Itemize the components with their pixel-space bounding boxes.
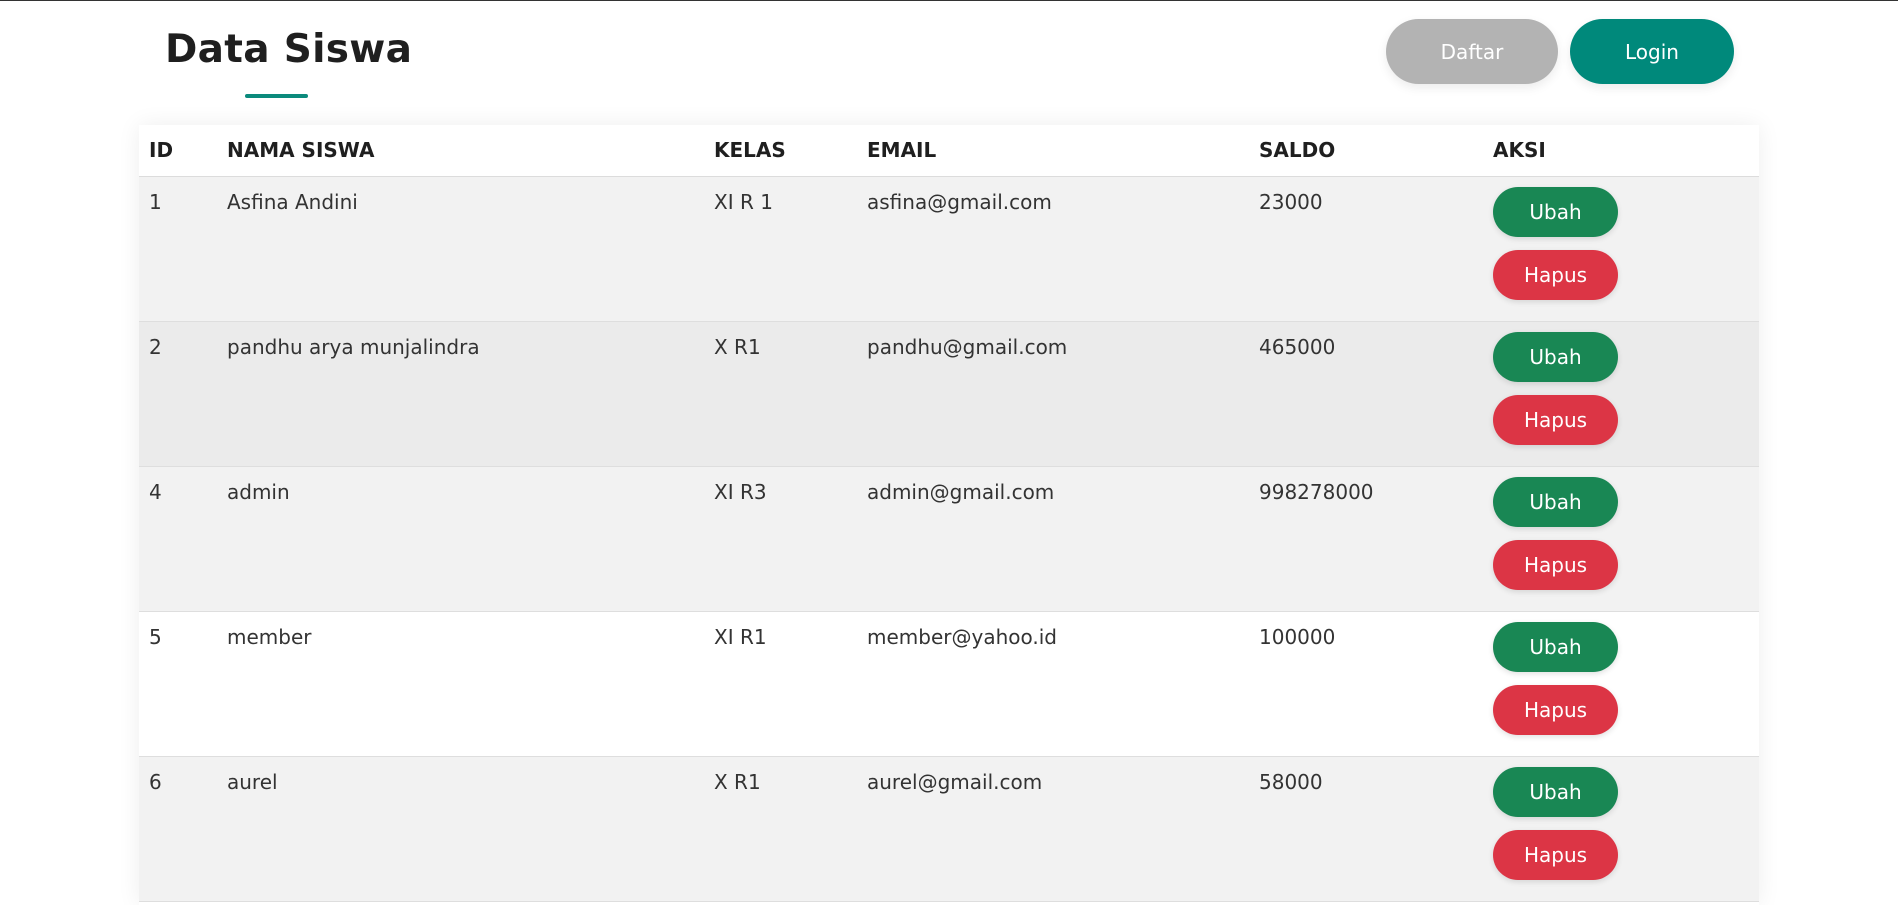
ubah-button[interactable]: Ubah — [1493, 186, 1618, 237]
cell-nama: admin — [227, 479, 290, 504]
hapus-button[interactable]: Hapus — [1493, 394, 1618, 445]
cell-kelas: XI R3 — [714, 479, 767, 504]
cell-aksi: Ubah Hapus — [1483, 611, 1759, 756]
table-row: 6 aurel X R1 aurel@gmail.com 58000 Ubah … — [139, 756, 1759, 901]
cell-id: 1 — [149, 189, 162, 214]
cell-saldo: 100000 — [1259, 624, 1336, 649]
cell-id: 4 — [149, 479, 162, 504]
cell-id: 2 — [149, 334, 162, 359]
table-row: 2 pandhu arya munjalindra X R1 pandhu@gm… — [139, 321, 1759, 466]
table-row: 5 member XI R1 member@yahoo.id 100000 Ub… — [139, 611, 1759, 756]
hapus-button[interactable]: Hapus — [1493, 249, 1618, 300]
cell-nama: aurel — [227, 769, 278, 794]
student-table: ID NAMA SISWA KELAS EMAIL SALDO AKSI 1 A… — [139, 125, 1759, 902]
column-header-id: ID — [139, 125, 217, 177]
title-underline — [245, 94, 308, 98]
cell-id: 6 — [149, 769, 162, 794]
cell-email: aurel@gmail.com — [867, 769, 1043, 794]
cell-email: member@yahoo.id — [867, 624, 1057, 649]
cell-saldo: 58000 — [1259, 769, 1323, 794]
cell-nama: pandhu arya munjalindra — [227, 334, 480, 359]
cell-aksi: Ubah Hapus — [1483, 466, 1759, 611]
column-header-saldo: SALDO — [1249, 125, 1483, 177]
cell-email: pandhu@gmail.com — [867, 334, 1068, 359]
hapus-button[interactable]: Hapus — [1493, 539, 1618, 590]
table-row: 1 Asfina Andini XI R 1 asfina@gmail.com … — [139, 176, 1759, 321]
ubah-button[interactable]: Ubah — [1493, 766, 1618, 817]
cell-aksi: Ubah Hapus — [1483, 176, 1759, 321]
hapus-button[interactable]: Hapus — [1493, 684, 1618, 735]
column-header-kelas: KELAS — [704, 125, 857, 177]
table-header-row: ID NAMA SISWA KELAS EMAIL SALDO AKSI — [139, 125, 1759, 177]
cell-aksi: Ubah Hapus — [1483, 756, 1759, 901]
cell-nama: member — [227, 624, 312, 649]
ubah-button[interactable]: Ubah — [1493, 621, 1618, 672]
cell-kelas: X R1 — [714, 769, 761, 794]
cell-saldo: 465000 — [1259, 334, 1336, 359]
table-row: 4 admin XI R3 admin@gmail.com 998278000 … — [139, 466, 1759, 611]
cell-kelas: XI R 1 — [714, 189, 773, 214]
column-header-aksi: AKSI — [1483, 125, 1759, 177]
cell-email: admin@gmail.com — [867, 479, 1055, 504]
cell-saldo: 23000 — [1259, 189, 1323, 214]
cell-saldo: 998278000 — [1259, 479, 1374, 504]
hapus-button[interactable]: Hapus — [1493, 829, 1618, 880]
cell-id: 5 — [149, 624, 162, 649]
ubah-button[interactable]: Ubah — [1493, 331, 1618, 382]
cell-kelas: X R1 — [714, 334, 761, 359]
top-border-line — [0, 0, 1898, 1]
ubah-button[interactable]: Ubah — [1493, 476, 1618, 527]
cell-nama: Asfina Andini — [227, 189, 358, 214]
column-header-nama: NAMA SISWA — [217, 125, 704, 177]
page-title: Data Siswa — [165, 27, 413, 72]
login-button[interactable]: Login — [1570, 19, 1734, 84]
cell-kelas: XI R1 — [714, 624, 767, 649]
column-header-email: EMAIL — [857, 125, 1249, 177]
daftar-button[interactable]: Daftar — [1386, 19, 1558, 84]
cell-aksi: Ubah Hapus — [1483, 321, 1759, 466]
student-table-card: ID NAMA SISWA KELAS EMAIL SALDO AKSI 1 A… — [139, 125, 1759, 905]
cell-email: asfina@gmail.com — [867, 189, 1052, 214]
